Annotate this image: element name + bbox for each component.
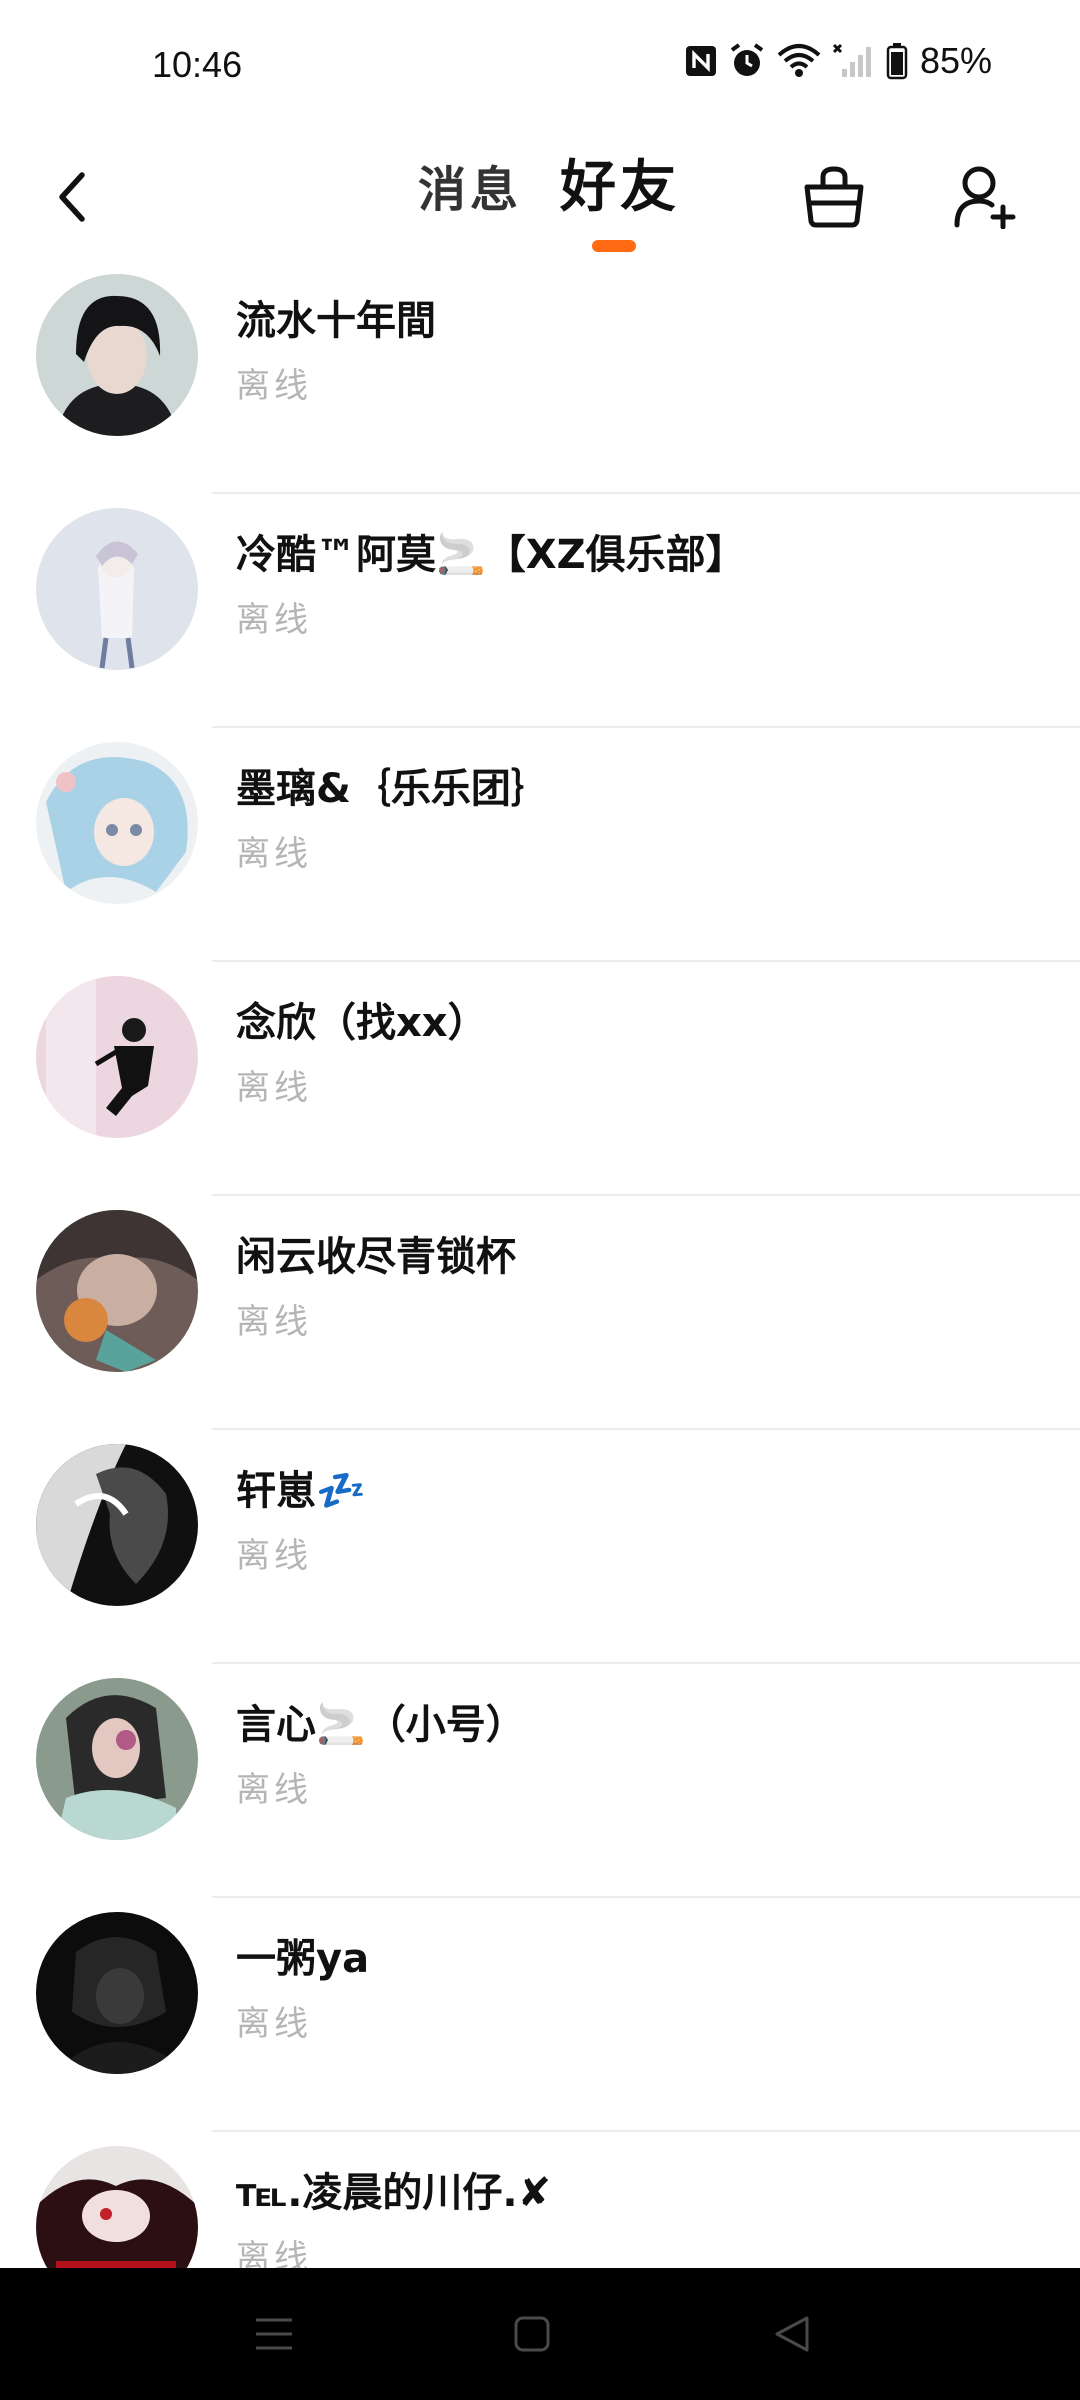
friend-name: 言心🚬（小号）	[236, 1702, 526, 1748]
status-bar: 10:46 85%	[0, 0, 1080, 130]
friend-name: ℡.凌晨的川仔.✘	[236, 2170, 552, 2216]
battery-icon	[886, 42, 908, 80]
avatar[interactable]	[36, 976, 198, 1138]
friend-status: 离线	[236, 2004, 312, 2044]
system-nav-bar	[0, 2268, 1080, 2400]
home-square-icon	[514, 2316, 550, 2352]
recent-apps-button[interactable]	[244, 2304, 304, 2364]
avatar[interactable]	[36, 1678, 198, 1840]
friend-item[interactable]: 一粥ya 离线	[0, 1898, 1080, 2132]
clean-basket-icon	[804, 166, 864, 228]
home-button[interactable]	[502, 2304, 562, 2364]
friend-list: 流水十年間 离线 冷酷™阿莫🚬【XZ俱乐部】 离线 墨璃&｛乐乐团｝ 离线 念欣…	[0, 260, 1080, 2366]
friend-status: 离线	[236, 834, 312, 874]
clean-button[interactable]	[784, 146, 884, 246]
back-button[interactable]	[40, 152, 104, 242]
friend-status: 离线	[236, 1536, 312, 1576]
avatar[interactable]	[36, 508, 198, 670]
avatar[interactable]	[36, 1912, 198, 2074]
friend-name: 流水十年間	[236, 298, 436, 344]
system-back-button[interactable]	[762, 2304, 822, 2364]
friend-item[interactable]: 流水十年間 离线	[0, 260, 1080, 494]
avatar[interactable]	[36, 1444, 198, 1606]
back-triangle-icon	[775, 2316, 809, 2352]
tab-messages[interactable]: 消息	[418, 150, 522, 220]
friend-name: 冷酷™阿莫🚬【XZ俱乐部】	[236, 532, 746, 578]
add-friend-button[interactable]	[934, 146, 1034, 246]
nfc-icon	[684, 44, 718, 78]
add-friend-icon	[954, 166, 1016, 229]
friend-item[interactable]: 轩崽💤 离线	[0, 1430, 1080, 1664]
friend-status: 离线	[236, 600, 312, 640]
status-time: 10:46	[152, 44, 243, 85]
friend-item[interactable]: 冷酷™阿莫🚬【XZ俱乐部】 离线	[0, 494, 1080, 728]
friend-name: 轩崽💤	[236, 1468, 366, 1514]
friend-status: 离线	[236, 1770, 312, 1810]
wifi-icon	[776, 43, 822, 79]
avatar[interactable]	[36, 742, 198, 904]
friend-name: 闲云收尽青锁杯	[236, 1234, 516, 1280]
cellular-no-signal-icon	[832, 43, 876, 79]
active-tab-indicator	[592, 240, 636, 252]
friend-item[interactable]: 念欣（找xx） 离线	[0, 962, 1080, 1196]
friend-status: 离线	[236, 1068, 312, 1108]
friend-name: 墨璃&｛乐乐团｝	[236, 766, 551, 812]
chevron-left-icon	[59, 172, 85, 222]
avatar[interactable]	[36, 1210, 198, 1372]
alarm-icon	[728, 42, 766, 80]
friend-item[interactable]: 闲云收尽青锁杯 离线	[0, 1196, 1080, 1430]
battery-percent: 85%	[919, 40, 992, 81]
friend-name: 念欣（找xx）	[236, 1000, 488, 1046]
friend-status: 离线	[236, 1302, 312, 1342]
tab-friends[interactable]: 好友	[560, 142, 680, 223]
friend-name: 一粥ya	[236, 1936, 370, 1982]
avatar[interactable]	[36, 274, 198, 436]
status-icons: 85%	[684, 40, 992, 82]
header: 消息 好友	[0, 130, 1080, 260]
friend-status: 离线	[236, 366, 312, 406]
menu-icon	[256, 2318, 292, 2350]
friend-item[interactable]: 墨璃&｛乐乐团｝ 离线	[0, 728, 1080, 962]
friend-item[interactable]: 言心🚬（小号） 离线	[0, 1664, 1080, 1898]
